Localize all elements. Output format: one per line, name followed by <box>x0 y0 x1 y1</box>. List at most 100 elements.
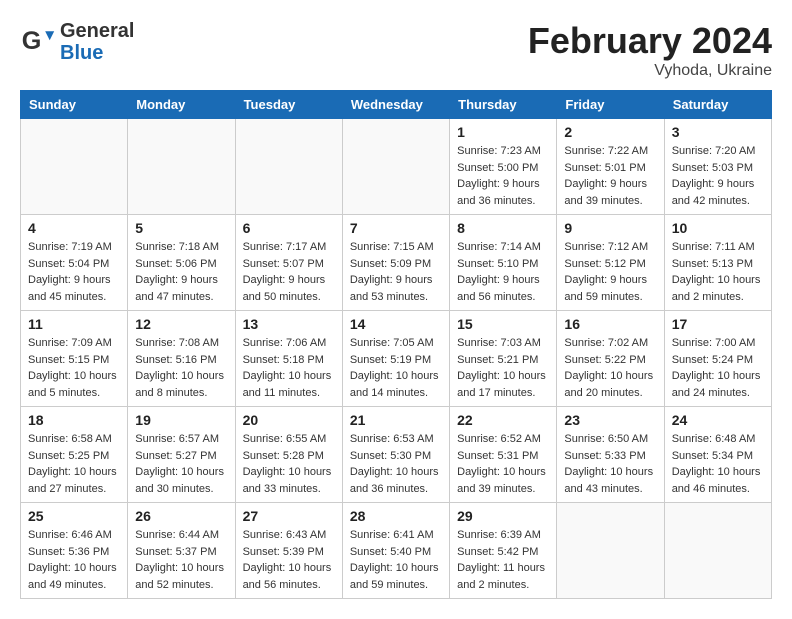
weekday-header-saturday: Saturday <box>664 91 771 119</box>
day-info: Sunrise: 7:02 AMSunset: 5:22 PMDaylight:… <box>564 335 656 401</box>
weekday-header-monday: Monday <box>128 91 235 119</box>
day-info: Sunrise: 6:50 AMSunset: 5:33 PMDaylight:… <box>564 431 656 497</box>
day-number: 22 <box>457 412 549 428</box>
calendar-cell <box>342 119 449 215</box>
day-info: Sunrise: 7:19 AMSunset: 5:04 PMDaylight:… <box>28 239 120 305</box>
weekday-header-thursday: Thursday <box>450 91 557 119</box>
calendar-cell: 4 Sunrise: 7:19 AMSunset: 5:04 PMDaylight… <box>21 215 128 311</box>
day-info: Sunrise: 6:39 AMSunset: 5:42 PMDaylight:… <box>457 527 549 593</box>
day-info: Sunrise: 7:11 AMSunset: 5:13 PMDaylight:… <box>672 239 764 305</box>
day-info: Sunrise: 6:52 AMSunset: 5:31 PMDaylight:… <box>457 431 549 497</box>
day-info: Sunrise: 6:44 AMSunset: 5:37 PMDaylight:… <box>135 527 227 593</box>
calendar-cell: 12 Sunrise: 7:08 AMSunset: 5:16 PMDayligh… <box>128 311 235 407</box>
title-area: February 2024 Vyhoda, Ukraine <box>528 20 772 80</box>
day-number: 17 <box>672 316 764 332</box>
calendar-cell: 2 Sunrise: 7:22 AMSunset: 5:01 PMDaylight… <box>557 119 664 215</box>
calendar-cell: 9 Sunrise: 7:12 AMSunset: 5:12 PMDaylight… <box>557 215 664 311</box>
day-number: 19 <box>135 412 227 428</box>
day-info: Sunrise: 7:00 AMSunset: 5:24 PMDaylight:… <box>672 335 764 401</box>
calendar-table: SundayMondayTuesdayWednesdayThursdayFrid… <box>20 90 772 599</box>
day-number: 10 <box>672 220 764 236</box>
calendar-cell: 24Sunrise: 6:48 AMSunset: 5:34 PMDayligh… <box>664 407 771 503</box>
day-number: 26 <box>135 508 227 524</box>
day-info: Sunrise: 7:03 AMSunset: 5:21 PMDaylight:… <box>457 335 549 401</box>
day-number: 1 <box>457 124 549 140</box>
day-number: 4 <box>28 220 120 236</box>
calendar-cell: 18Sunrise: 6:58 AMSunset: 5:25 PMDayligh… <box>21 407 128 503</box>
day-number: 9 <box>564 220 656 236</box>
svg-text:G: G <box>22 27 42 55</box>
day-info: Sunrise: 7:23 AMSunset: 5:00 PMDaylight:… <box>457 143 549 209</box>
calendar-cell: 15Sunrise: 7:03 AMSunset: 5:21 PMDayligh… <box>450 311 557 407</box>
day-number: 12 <box>135 316 227 332</box>
calendar-cell: 19 Sunrise: 6:57 AMSunset: 5:27 PMDayligh… <box>128 407 235 503</box>
month-title: February 2024 <box>528 20 772 62</box>
day-info: Sunrise: 7:22 AMSunset: 5:01 PMDaylight:… <box>564 143 656 209</box>
day-info: Sunrise: 7:15 AMSunset: 5:09 PMDaylight:… <box>350 239 442 305</box>
weekday-header-row: SundayMondayTuesdayWednesdayThursdayFrid… <box>21 91 772 119</box>
calendar-cell <box>235 119 342 215</box>
logo: G General Blue <box>20 20 134 64</box>
day-info: Sunrise: 6:55 AMSunset: 5:28 PMDaylight:… <box>243 431 335 497</box>
calendar-header: SundayMondayTuesdayWednesdayThursdayFrid… <box>21 91 772 119</box>
calendar-cell: 5 Sunrise: 7:18 AMSunset: 5:06 PMDaylight… <box>128 215 235 311</box>
calendar-cell <box>557 503 664 599</box>
day-number: 11 <box>28 316 120 332</box>
calendar-cell <box>21 119 128 215</box>
day-number: 14 <box>350 316 442 332</box>
day-number: 24 <box>672 412 764 428</box>
calendar-cell: 3 Sunrise: 7:20 AMSunset: 5:03 PMDaylight… <box>664 119 771 215</box>
day-number: 5 <box>135 220 227 236</box>
location-subtitle: Vyhoda, Ukraine <box>528 62 772 80</box>
week-row-3: 11Sunrise: 7:09 AMSunset: 5:15 PMDayligh… <box>21 311 772 407</box>
day-info: Sunrise: 7:17 AMSunset: 5:07 PMDaylight:… <box>243 239 335 305</box>
day-info: Sunrise: 6:57 AMSunset: 5:27 PMDaylight:… <box>135 431 227 497</box>
week-row-2: 4 Sunrise: 7:19 AMSunset: 5:04 PMDaylight… <box>21 215 772 311</box>
calendar-cell: 27 Sunrise: 6:43 AMSunset: 5:39 PMDayligh… <box>235 503 342 599</box>
week-row-4: 18Sunrise: 6:58 AMSunset: 5:25 PMDayligh… <box>21 407 772 503</box>
day-info: Sunrise: 6:43 AMSunset: 5:39 PMDaylight:… <box>243 527 335 593</box>
day-info: Sunrise: 6:46 AMSunset: 5:36 PMDaylight:… <box>28 527 120 593</box>
day-info: Sunrise: 7:05 AMSunset: 5:19 PMDaylight:… <box>350 335 442 401</box>
calendar-cell: 17 Sunrise: 7:00 AMSunset: 5:24 PMDayligh… <box>664 311 771 407</box>
calendar-cell: 23 Sunrise: 6:50 AMSunset: 5:33 PMDayligh… <box>557 407 664 503</box>
calendar-cell: 8 Sunrise: 7:14 AMSunset: 5:10 PMDaylight… <box>450 215 557 311</box>
calendar-cell: 1 Sunrise: 7:23 AMSunset: 5:00 PMDaylight… <box>450 119 557 215</box>
day-info: Sunrise: 7:18 AMSunset: 5:06 PMDaylight:… <box>135 239 227 305</box>
calendar-cell: 7Sunrise: 7:15 AMSunset: 5:09 PMDaylight… <box>342 215 449 311</box>
day-number: 6 <box>243 220 335 236</box>
calendar-cell: 16Sunrise: 7:02 AMSunset: 5:22 PMDayligh… <box>557 311 664 407</box>
weekday-header-wednesday: Wednesday <box>342 91 449 119</box>
calendar-cell: 11Sunrise: 7:09 AMSunset: 5:15 PMDayligh… <box>21 311 128 407</box>
calendar-cell: 20 Sunrise: 6:55 AMSunset: 5:28 PMDayligh… <box>235 407 342 503</box>
calendar-cell: 26 Sunrise: 6:44 AMSunset: 5:37 PMDayligh… <box>128 503 235 599</box>
day-number: 27 <box>243 508 335 524</box>
day-number: 3 <box>672 124 764 140</box>
day-number: 21 <box>350 412 442 428</box>
day-info: Sunrise: 7:12 AMSunset: 5:12 PMDaylight:… <box>564 239 656 305</box>
calendar-cell: 14 Sunrise: 7:05 AMSunset: 5:19 PMDayligh… <box>342 311 449 407</box>
day-info: Sunrise: 7:20 AMSunset: 5:03 PMDaylight:… <box>672 143 764 209</box>
day-number: 25 <box>28 508 120 524</box>
day-number: 2 <box>564 124 656 140</box>
day-number: 23 <box>564 412 656 428</box>
day-info: Sunrise: 7:14 AMSunset: 5:10 PMDaylight:… <box>457 239 549 305</box>
logo-line1: General <box>60 20 134 42</box>
calendar-cell: 28Sunrise: 6:41 AMSunset: 5:40 PMDayligh… <box>342 503 449 599</box>
logo-icon: G <box>20 24 56 60</box>
day-info: Sunrise: 7:08 AMSunset: 5:16 PMDaylight:… <box>135 335 227 401</box>
day-number: 29 <box>457 508 549 524</box>
calendar-cell <box>664 503 771 599</box>
day-info: Sunrise: 6:58 AMSunset: 5:25 PMDaylight:… <box>28 431 120 497</box>
calendar-cell: 22 Sunrise: 6:52 AMSunset: 5:31 PMDayligh… <box>450 407 557 503</box>
week-row-1: 1 Sunrise: 7:23 AMSunset: 5:00 PMDaylight… <box>21 119 772 215</box>
week-row-5: 25 Sunrise: 6:46 AMSunset: 5:36 PMDayligh… <box>21 503 772 599</box>
day-info: Sunrise: 7:06 AMSunset: 5:18 PMDaylight:… <box>243 335 335 401</box>
day-number: 8 <box>457 220 549 236</box>
page-header: G General Blue February 2024 Vyhoda, Ukr… <box>20 20 772 80</box>
weekday-header-tuesday: Tuesday <box>235 91 342 119</box>
calendar-cell: 29 Sunrise: 6:39 AMSunset: 5:42 PMDayligh… <box>450 503 557 599</box>
calendar-cell: 6 Sunrise: 7:17 AMSunset: 5:07 PMDaylight… <box>235 215 342 311</box>
day-number: 20 <box>243 412 335 428</box>
day-info: Sunrise: 6:53 AMSunset: 5:30 PMDaylight:… <box>350 431 442 497</box>
